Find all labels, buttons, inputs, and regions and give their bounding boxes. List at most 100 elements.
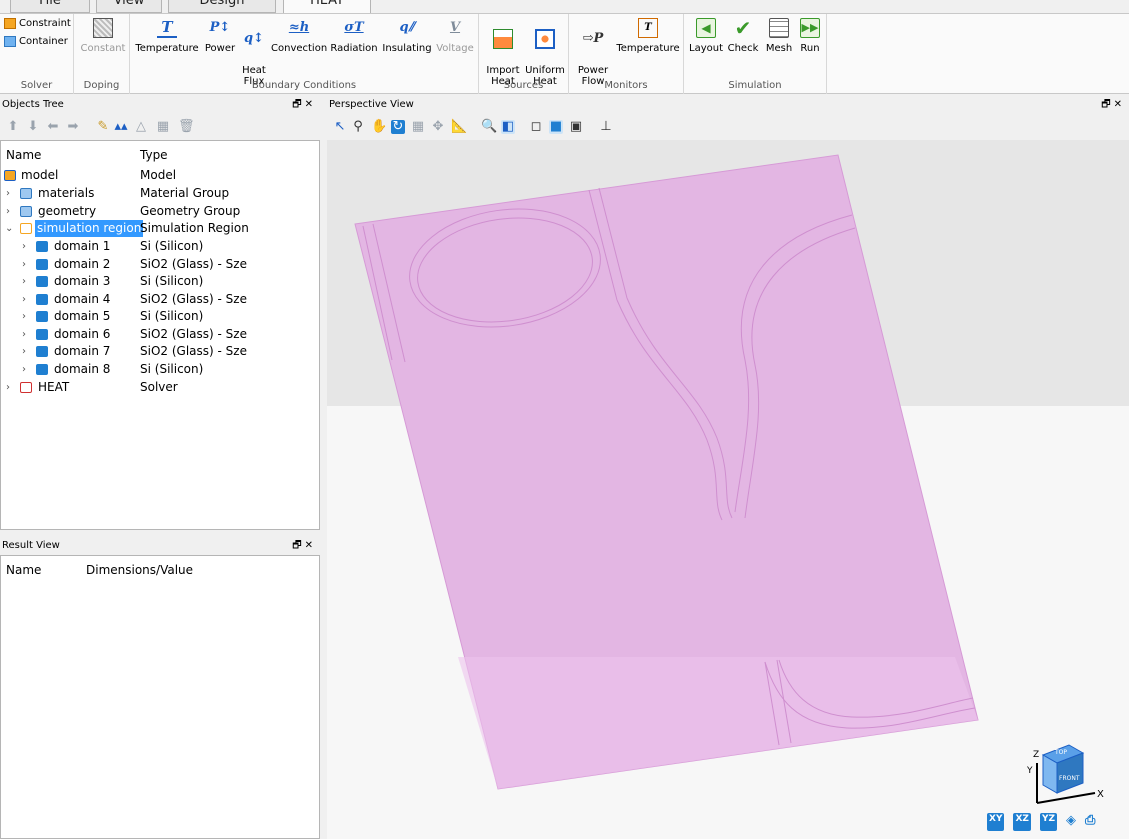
expand-arrow-icon[interactable]: › bbox=[22, 343, 26, 360]
select-arrow-icon[interactable]: ↖ bbox=[333, 120, 347, 134]
expand-arrow-icon[interactable]: › bbox=[22, 291, 26, 308]
view-yz-button[interactable]: YZ bbox=[1039, 813, 1057, 831]
expand-arrow-icon[interactable]: › bbox=[22, 326, 26, 343]
view-xy-button[interactable]: XY bbox=[987, 813, 1005, 831]
navigation-cube[interactable]: TOP FRONT X Y Z bbox=[1025, 735, 1115, 815]
heat-flux-button[interactable]: q↕ Heat Flux bbox=[240, 18, 268, 87]
ruler-icon[interactable]: 📐 bbox=[451, 120, 467, 134]
temperature-monitor-button[interactable]: T Temperature bbox=[615, 18, 681, 54]
convection-button[interactable]: ≈h Convection bbox=[271, 18, 327, 54]
constraint-icon bbox=[4, 18, 16, 29]
zoom-icon[interactable]: ⚲ bbox=[351, 120, 365, 134]
power-bc-button[interactable]: P↕ Power bbox=[202, 18, 238, 54]
tab-design[interactable]: Design bbox=[168, 0, 276, 13]
view-xz-button[interactable]: XZ bbox=[1013, 813, 1031, 831]
constraint-button[interactable]: Constraint bbox=[4, 18, 71, 29]
cube-icon bbox=[36, 241, 48, 252]
move-left-icon[interactable]: ⬅ bbox=[46, 120, 60, 134]
tab-file[interactable]: File bbox=[10, 0, 90, 13]
expand-arrow-icon[interactable]: › bbox=[22, 308, 26, 325]
import-heat-button[interactable]: Import Heat bbox=[483, 18, 523, 87]
solid-view-icon[interactable]: ■ bbox=[549, 120, 563, 134]
expand-arrow-icon[interactable]: › bbox=[22, 273, 26, 290]
cube-icon bbox=[36, 311, 48, 322]
expand-arrow-icon[interactable]: › bbox=[6, 203, 10, 220]
panel-float-close-icons[interactable]: 🗗✕ bbox=[292, 97, 316, 113]
rotate-icon[interactable]: ↻ bbox=[391, 120, 405, 134]
panel-float-close-icons[interactable]: 🗗✕ bbox=[292, 538, 316, 554]
result-header-row: Name Dimensions/Value bbox=[1, 562, 319, 579]
pan-hand-icon[interactable]: ✋ bbox=[371, 120, 387, 134]
grid-toggle-icon[interactable]: ▦ bbox=[411, 120, 425, 134]
run-button[interactable]: ▶▶ Run bbox=[797, 18, 823, 54]
folder-icon bbox=[20, 206, 32, 217]
ribbon-group-label: Simulation bbox=[728, 80, 782, 91]
tree-row-simulation-region[interactable]: ⌄ simulation region Simulation Region bbox=[1, 220, 319, 237]
zoom-fit-icon[interactable]: 🔍 bbox=[481, 120, 497, 134]
ribbon-group-simulation: ◀ Layout ✔ Check Mesh ▶▶ Run Simulation bbox=[684, 14, 827, 94]
insulating-icon: q⫽ bbox=[399, 20, 415, 35]
tree-row-geometry[interactable]: › geometry Geometry Group bbox=[1, 203, 319, 220]
zoom-region-icon[interactable]: ◧ bbox=[501, 120, 515, 134]
tree-row-model[interactable]: model Model bbox=[1, 167, 319, 184]
move-axes-icon[interactable]: ✥ bbox=[431, 120, 445, 134]
perspective-view-header: Perspective View 🗗✕ bbox=[327, 97, 1129, 113]
tab-heat[interactable]: HEAT bbox=[283, 0, 371, 13]
constant-button[interactable]: Constant bbox=[80, 18, 126, 54]
expand-arrow-icon[interactable]: › bbox=[22, 238, 26, 255]
container-icon bbox=[4, 36, 16, 47]
result-column-value: Dimensions/Value bbox=[86, 563, 194, 577]
panel-float-close-icons[interactable]: 🗗✕ bbox=[1101, 97, 1125, 113]
cube-icon bbox=[36, 276, 48, 287]
tree-row-domain-6[interactable]: › domain 6 SiO2 (Glass) - Sze bbox=[1, 326, 319, 343]
result-view: Name Dimensions/Value bbox=[0, 555, 320, 839]
perspective-viewport[interactable]: TOP FRONT X Y Z XY XZ YZ ◈ ⎙ bbox=[327, 140, 1129, 839]
axis-x-label: X bbox=[1097, 789, 1104, 800]
tree-row-domain-1[interactable]: › domain 1 Si (Silicon) bbox=[1, 238, 319, 255]
move-right-icon[interactable]: ➡ bbox=[66, 120, 80, 134]
tree-row-materials[interactable]: › materials Material Group bbox=[1, 185, 319, 202]
tree-row-domain-4[interactable]: › domain 4 SiO2 (Glass) - Sze bbox=[1, 291, 319, 308]
triangle-icon[interactable]: △ bbox=[134, 120, 148, 134]
move-up-icon[interactable]: ⬆ bbox=[6, 120, 20, 134]
expand-arrow-icon[interactable]: › bbox=[22, 256, 26, 273]
nav-cube-front-label: FRONT bbox=[1059, 775, 1080, 782]
collapse-arrow-icon[interactable]: ⌄ bbox=[5, 220, 13, 237]
expand-arrow-icon[interactable]: › bbox=[22, 361, 26, 378]
wireframe-icon[interactable]: ◻ bbox=[529, 120, 543, 134]
temperature-bc-button[interactable]: T Temperature bbox=[135, 18, 199, 54]
result-view-header: Result View 🗗✕ bbox=[0, 538, 320, 554]
tree-row-domain-8[interactable]: › domain 8 Si (Silicon) bbox=[1, 361, 319, 378]
tree-row-domain-5[interactable]: › domain 5 Si (Silicon) bbox=[1, 308, 319, 325]
objects-tree: Name Type model Model › materials Materi… bbox=[0, 140, 320, 530]
radiation-button[interactable]: σT Radiation bbox=[330, 18, 378, 54]
move-down-icon[interactable]: ⬇ bbox=[26, 120, 40, 134]
ribbon-group-label: Doping bbox=[83, 80, 120, 91]
tree-row-domain-2[interactable]: › domain 2 SiO2 (Glass) - Sze bbox=[1, 256, 319, 273]
container-button[interactable]: Container bbox=[4, 36, 68, 47]
tree-row-heat[interactable]: › HEAT Solver bbox=[1, 379, 319, 396]
ribbon-group-label: Solver bbox=[20, 80, 53, 91]
transparent-view-icon[interactable]: ▣ bbox=[569, 120, 583, 134]
axes-icon[interactable]: ⊥ bbox=[599, 120, 613, 134]
tab-view[interactable]: View bbox=[96, 0, 162, 13]
save-view-icon[interactable]: ⎙ bbox=[1085, 813, 1095, 831]
view-3d-icon[interactable]: ◈ bbox=[1066, 813, 1076, 831]
power-flow-button[interactable]: ⇨P Power Flow bbox=[573, 18, 613, 87]
tree-row-domain-7[interactable]: › domain 7 SiO2 (Glass) - Sze bbox=[1, 343, 319, 360]
uniform-heat-button[interactable]: Uniform Heat bbox=[525, 18, 565, 87]
tree-row-domain-3[interactable]: › domain 3 Si (Silicon) bbox=[1, 273, 319, 290]
simulation-region-icon bbox=[20, 223, 32, 234]
check-button[interactable]: ✔ Check bbox=[726, 18, 760, 54]
expand-arrow-icon[interactable]: › bbox=[6, 185, 10, 202]
expand-arrow-icon[interactable]: › bbox=[6, 379, 10, 396]
edit-icon[interactable]: ✎ bbox=[96, 120, 110, 134]
layout-button[interactable]: ◀ Layout bbox=[688, 18, 724, 54]
grid-icon[interactable]: ▦ bbox=[156, 120, 170, 134]
voltage-button[interactable]: V Voltage bbox=[435, 18, 475, 54]
cube-icon bbox=[36, 346, 48, 357]
mesh-button[interactable]: Mesh bbox=[762, 18, 796, 54]
group-icon[interactable]: ▴▴ bbox=[114, 120, 128, 134]
delete-icon[interactable]: 🗑 bbox=[178, 120, 195, 134]
insulating-button[interactable]: q⫽ Insulating bbox=[382, 18, 432, 54]
